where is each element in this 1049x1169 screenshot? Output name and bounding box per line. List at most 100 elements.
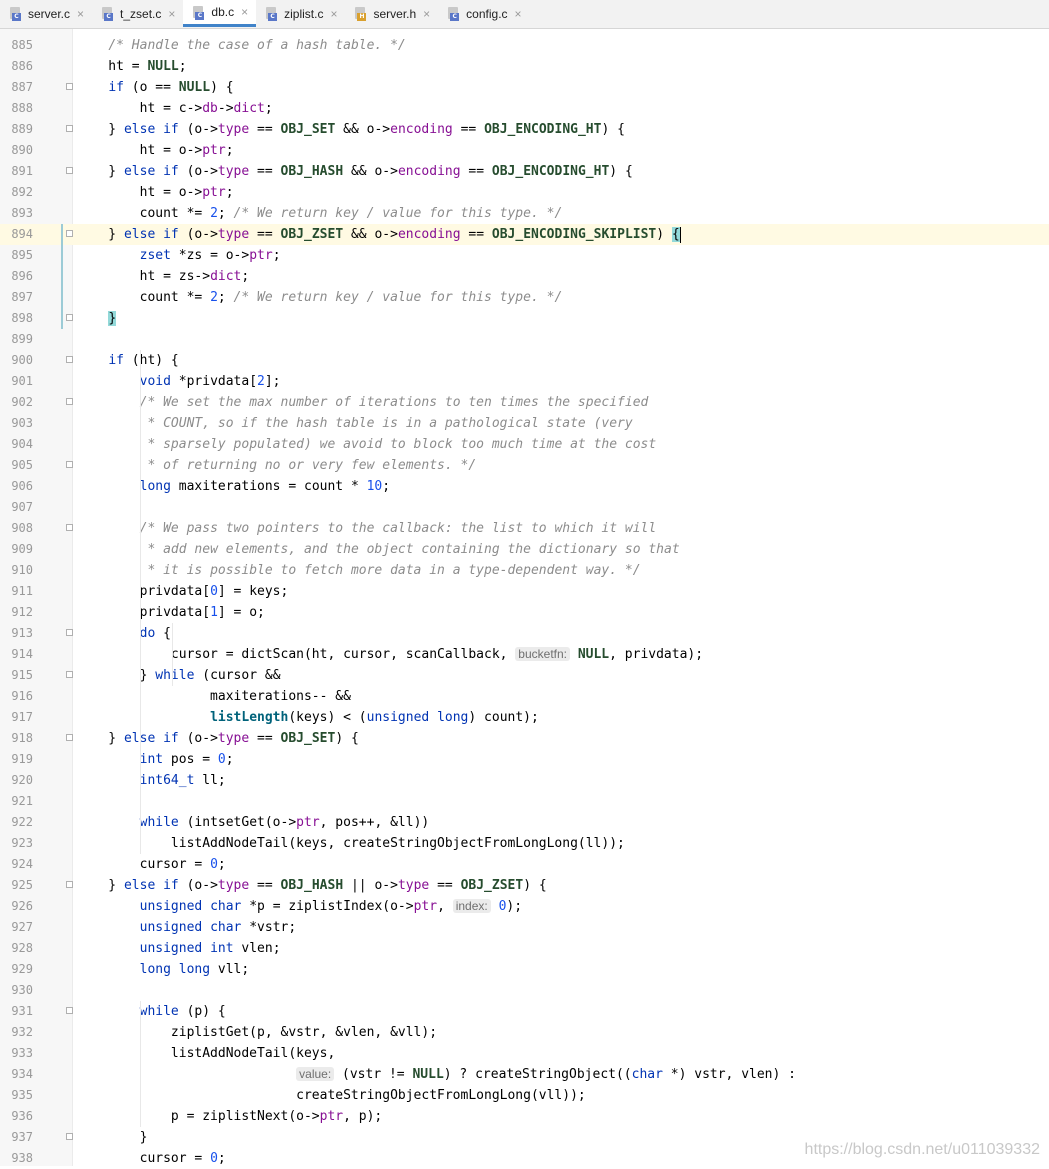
code-line[interactable]: 889 } else if (o->type == OBJ_SET && o->…	[0, 119, 1049, 140]
code-line[interactable]: 886 ht = NULL;	[0, 56, 1049, 77]
close-icon[interactable]: ×	[77, 7, 84, 21]
indent-guide	[140, 350, 141, 854]
vcs-change-marker[interactable]	[61, 224, 63, 329]
code-text: p = ziplistNext(o->ptr, p);	[77, 1109, 383, 1124]
line-number: 910	[11, 563, 33, 577]
code-text: unsigned char *p = ziplistIndex(o->ptr, …	[139, 899, 523, 914]
code-line[interactable]: 927 unsigned char *vstr;	[0, 917, 1049, 938]
code-text: * of returning no or very few elements. …	[147, 458, 477, 473]
code-line[interactable]: 885 /* Handle the case of a hash table. …	[0, 35, 1049, 56]
close-icon[interactable]: ×	[423, 7, 430, 21]
code-text: count *= 2; /* We return key / value for…	[77, 206, 563, 221]
fold-marker-icon[interactable]	[66, 167, 74, 175]
line-number: 907	[11, 500, 33, 514]
close-icon[interactable]: ×	[241, 5, 248, 19]
code-text: listAddNodeTail(keys,	[77, 1046, 336, 1061]
code-line[interactable]: 912 privdata[1] = o;	[0, 602, 1049, 623]
code-line[interactable]: 913 do {	[0, 623, 1049, 644]
code-line[interactable]: 891 } else if (o->type == OBJ_HASH && o-…	[0, 161, 1049, 182]
code-line[interactable]: 888 ht = c->db->dict;	[0, 98, 1049, 119]
tab-ziplist-c[interactable]: Cziplist.c ×	[256, 0, 345, 27]
code-line[interactable]: 918 } else if (o->type == OBJ_SET) {	[0, 728, 1049, 749]
code-line[interactable]: 928 unsigned int vlen;	[0, 938, 1049, 959]
code-line[interactable]: 916 maxiterations-- &&	[0, 686, 1049, 707]
code-line[interactable]: 921	[0, 791, 1049, 812]
code-text: } else if (o->type == OBJ_HASH && o->enc…	[77, 164, 633, 179]
code-line[interactable]: 899	[0, 329, 1049, 350]
code-line[interactable]: 920 int64_t ll;	[0, 770, 1049, 791]
code-line[interactable]: 923 listAddNodeTail(keys, createStringOb…	[0, 833, 1049, 854]
code-line[interactable]: 936 p = ziplistNext(o->ptr, p);	[0, 1106, 1049, 1127]
tab-config-c[interactable]: Cconfig.c ×	[438, 0, 529, 27]
fold-marker-icon[interactable]	[66, 83, 74, 91]
tab-server-h[interactable]: Hserver.h ×	[345, 0, 438, 27]
code-line[interactable]: 909 * add new elements, and the object c…	[0, 539, 1049, 560]
code-line[interactable]: 890 ht = o->ptr;	[0, 140, 1049, 161]
code-line[interactable]: 907	[0, 497, 1049, 518]
code-line[interactable]: 887 if (o == NULL) {	[0, 77, 1049, 98]
fold-marker-icon[interactable]	[66, 671, 74, 679]
code-line[interactable]: 902 /* We set the max number of iteratio…	[0, 392, 1049, 413]
code-line[interactable]: 895 zset *zs = o->ptr;	[0, 245, 1049, 266]
code-line[interactable]: 934 value: (vstr != NULL) ? createString…	[0, 1064, 1049, 1085]
fold-marker-icon[interactable]	[66, 461, 74, 469]
code-line[interactable]: 908 /* We pass two pointers to the callb…	[0, 518, 1049, 539]
close-icon[interactable]: ×	[330, 7, 337, 21]
fold-marker-icon[interactable]	[66, 524, 74, 532]
line-number: 923	[11, 836, 33, 850]
code-line[interactable]: 917 listLength(keys) < (unsigned long) c…	[0, 707, 1049, 728]
code-line[interactable]: 922 while (intsetGet(o->ptr, pos++, &ll)…	[0, 812, 1049, 833]
code-text: listAddNodeTail(keys, createStringObject…	[77, 836, 625, 851]
line-number: 885	[11, 38, 33, 52]
code-text: count *= 2; /* We return key / value for…	[77, 290, 563, 305]
code-text: }	[108, 311, 117, 326]
line-number: 887	[11, 80, 33, 94]
code-line[interactable]: 893 count *= 2; /* We return key / value…	[0, 203, 1049, 224]
line-number: 891	[11, 164, 33, 178]
code-line[interactable]: 931 while (p) {	[0, 1001, 1049, 1022]
code-line[interactable]: 904 * sparsely populated) we avoid to bl…	[0, 434, 1049, 455]
code-line[interactable]: 897 count *= 2; /* We return key / value…	[0, 287, 1049, 308]
code-line[interactable]: 935 createStringObjectFromLongLong(vll))…	[0, 1085, 1049, 1106]
code-line[interactable]: 926 unsigned char *p = ziplistIndex(o->p…	[0, 896, 1049, 917]
code-line[interactable]: 919 int pos = 0;	[0, 749, 1049, 770]
close-icon[interactable]: ×	[168, 7, 175, 21]
code-line[interactable]: 911 privdata[0] = keys;	[0, 581, 1049, 602]
code-line[interactable]: 915 } while (cursor &&	[0, 665, 1049, 686]
code-line[interactable]: 910 * it is possible to fetch more data …	[0, 560, 1049, 581]
line-number: 925	[11, 878, 33, 892]
fold-marker-icon[interactable]	[66, 629, 74, 637]
line-number: 888	[11, 101, 33, 115]
fold-marker-icon[interactable]	[66, 314, 74, 322]
code-line[interactable]: 892 ht = o->ptr;	[0, 182, 1049, 203]
tab-db-c[interactable]: Cdb.c ×	[183, 0, 257, 27]
code-line[interactable]: 932 ziplistGet(p, &vstr, &vlen, &vll);	[0, 1022, 1049, 1043]
code-line[interactable]: 901 void *privdata[2];	[0, 371, 1049, 392]
code-line[interactable]: 905 * of returning no or very few elemen…	[0, 455, 1049, 476]
code-line[interactable]: 929 long long vll;	[0, 959, 1049, 980]
fold-marker-icon[interactable]	[66, 398, 74, 406]
code-line[interactable]: 906 long maxiterations = count * 10;	[0, 476, 1049, 497]
code-line[interactable]: 896 ht = zs->dict;	[0, 266, 1049, 287]
code-line[interactable]: 925 } else if (o->type == OBJ_HASH || o-…	[0, 875, 1049, 896]
code-line[interactable]: 930	[0, 980, 1049, 1001]
code-text: ht = c->db->dict;	[77, 101, 273, 116]
fold-marker-icon[interactable]	[66, 125, 74, 133]
tab-t-zset-c[interactable]: Ct_zset.c ×	[92, 0, 183, 27]
tab-server-c[interactable]: Cserver.c ×	[0, 0, 92, 27]
fold-marker-icon[interactable]	[66, 734, 74, 742]
code-line[interactable]: 933 listAddNodeTail(keys,	[0, 1043, 1049, 1064]
fold-marker-icon[interactable]	[66, 881, 74, 889]
code-line[interactable]: 924 cursor = 0;	[0, 854, 1049, 875]
code-line[interactable]: 894 } else if (o->type == OBJ_ZSET && o-…	[0, 224, 1049, 245]
fold-marker-icon[interactable]	[66, 356, 74, 364]
fold-marker-icon[interactable]	[66, 230, 74, 238]
code-line[interactable]: 900 if (ht) {	[0, 350, 1049, 371]
code-line[interactable]: 903 * COUNT, so if the hash table is in …	[0, 413, 1049, 434]
code-editor[interactable]: 885 /* Handle the case of a hash table. …	[0, 29, 1049, 1166]
fold-marker-icon[interactable]	[66, 1007, 74, 1015]
fold-marker-icon[interactable]	[66, 1133, 74, 1141]
close-icon[interactable]: ×	[515, 7, 522, 21]
code-line[interactable]: 914 cursor = dictScan(ht, cursor, scanCa…	[0, 644, 1049, 665]
code-line[interactable]: 898 }	[0, 308, 1049, 329]
